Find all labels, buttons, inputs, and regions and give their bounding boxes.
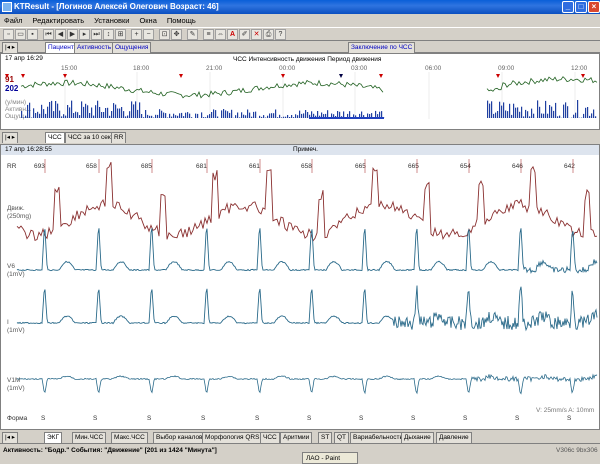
marker-icon[interactable]: ⊞ [115,29,126,40]
next-icon[interactable]: ▸ [79,29,90,40]
minimize-button[interactable]: _ [562,1,574,13]
event-markers [5,74,585,78]
zoom-in-icon[interactable]: + [131,29,142,40]
menu-windows[interactable]: Окна [135,14,160,27]
app-window: KTResult - [Логинов Алексей Олегович Воз… [0,0,600,464]
menu-edit[interactable]: Редактировать [28,14,88,27]
tab-variability[interactable]: Вариабельность [350,432,406,443]
menu-file[interactable]: Файл [0,14,26,27]
status-version: V306c 9bx306 [556,447,598,454]
menu-settings[interactable]: Установки [90,14,133,27]
tab-hr-10s[interactable]: ЧСС за 10 сек [65,132,114,143]
ecg-panel[interactable]: 17 апр 16:28:55 Примеч. RR 693 658 685 6… [0,144,600,430]
maximize-button[interactable]: □ [575,1,587,13]
range-bar [309,117,384,119]
pan-icon[interactable]: ✥ [171,29,182,40]
current-marker [339,74,343,78]
play-icon[interactable]: ▶ [67,29,78,40]
tab-sensations[interactable]: Ощущения [112,42,152,53]
list-icon[interactable]: ≡ [203,29,214,40]
tab-qrs[interactable]: Морфология QRS [202,432,263,443]
movement-trace [16,162,598,242]
tab-st[interactable]: ST [318,432,333,443]
trend-tabs: |◂ ▸ ЧСС ЧСС за 10 сек RR [0,131,600,144]
app-icon [2,2,12,12]
activity-bars [21,100,597,118]
last-icon[interactable]: ⏭ [91,29,102,40]
tab-arrhythmia[interactable]: Аритмии [280,432,313,443]
trend-chart [5,72,598,119]
rr-markers [44,159,574,173]
toolbar: ▫ ▭ ▪ ⏮ ◀ ▶ ▸ ⏭ ↕ ⊞ + − ⊡ ✥ ✎ ≡ ⇔ A ✐ ✕ … [0,27,600,41]
v1m-trace [16,373,598,395]
tab-max-hr[interactable]: Макс.ЧСС [111,432,148,443]
annotate-icon[interactable]: A [227,29,238,40]
edit-icon[interactable]: ✐ [239,29,250,40]
tab-min-hr[interactable]: Мин.ЧСС [72,432,107,443]
grid-icon[interactable]: ⊡ [159,29,170,40]
tab-scroll-left[interactable]: |◂ ▸ [2,132,19,143]
zoom-out-icon[interactable]: − [143,29,154,40]
menu-help[interactable]: Помощь [163,14,200,27]
tab-scroll-left[interactable]: |◂ ▸ [2,432,19,443]
close-button[interactable]: × [588,1,600,13]
trend-panel[interactable]: 17 апр 16:29 ЧСС Интенсивность движения … [0,53,600,130]
taskbar-paint[interactable]: ЛАО - Paint [302,452,358,464]
range-icon[interactable]: ⇔ [215,29,226,40]
i-trace [16,285,598,332]
tab-patient[interactable]: Пациент [45,42,77,53]
help-icon[interactable]: ? [275,29,286,40]
save-icon[interactable]: ▪ [27,29,38,40]
pen-icon[interactable]: ✎ [187,29,198,40]
tab-hr-analysis[interactable]: ЧСС [260,432,280,443]
tab-rr[interactable]: RR [111,132,127,143]
status-activity: Активность: "Бодр." События: "Движение" … [3,447,217,454]
ecg-traces [16,159,598,395]
tab-hr[interactable]: ЧСС [45,132,65,143]
tab-pressure[interactable]: Давление [436,432,472,443]
tab-activity[interactable]: Активность [74,42,115,53]
tab-qt[interactable]: QT [334,432,350,443]
prev-icon[interactable]: ◀ [55,29,66,40]
top-tabs: |◂ ▸ Пациент Активность Ощущения Заключе… [0,41,600,53]
tab-respiration[interactable]: Дыхание [401,432,434,443]
open-icon[interactable]: ▭ [15,29,26,40]
print-icon[interactable]: ⎙ [263,29,274,40]
step-icon[interactable]: ↕ [103,29,114,40]
window-title: KTResult - [Логинов Алексей Олегович Воз… [14,2,219,11]
delete-icon[interactable]: ✕ [251,29,262,40]
new-icon[interactable]: ▫ [3,29,14,40]
analysis-tabs: |◂ ▸ ЭКГ Мин.ЧСС Макс.ЧСС Выбор каналов … [0,431,600,443]
menu-bar: Файл Редактировать Установки Окна Помощь [0,14,600,27]
tab-ecg[interactable]: ЭКГ [44,432,62,443]
status-bar: Активность: "Бодр." События: "Движение" … [0,443,600,464]
tab-conclusion[interactable]: Заключение по ЧСС [348,42,416,53]
tab-channels[interactable]: Выбор каналов [153,432,206,443]
hr-trend-line [20,76,598,99]
first-icon[interactable]: ⏮ [43,29,54,40]
tab-scroll-left[interactable]: |◂ ▸ [2,42,19,53]
title-bar: KTResult - [Логинов Алексей Олегович Воз… [0,0,600,14]
